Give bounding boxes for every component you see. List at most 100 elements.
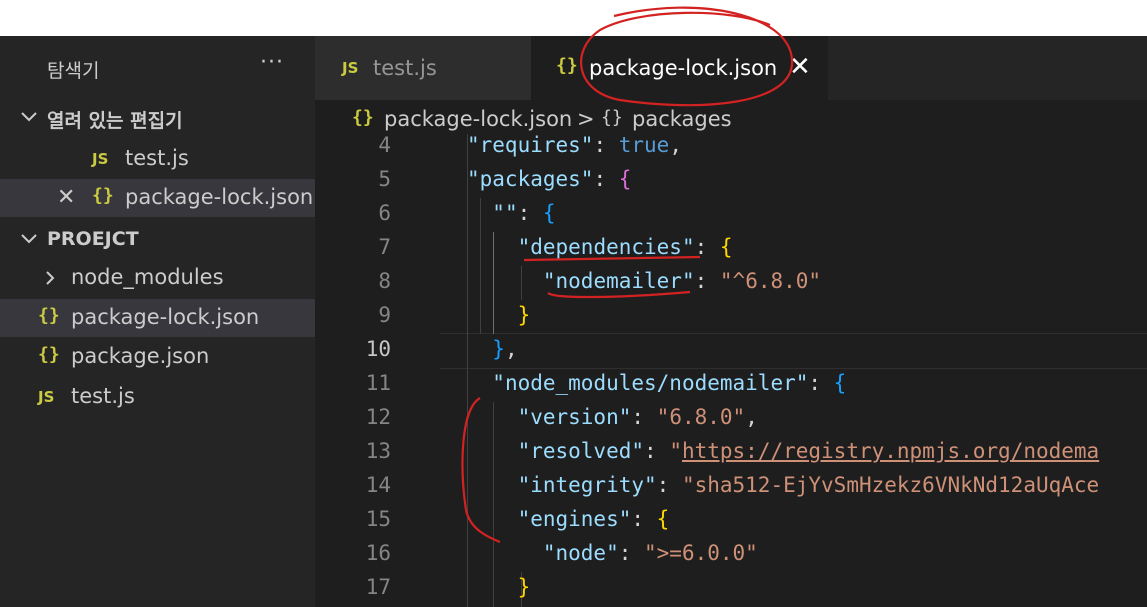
- project-folder-label: PROEJCT: [47, 228, 139, 250]
- code-editor[interactable]: 4 "requires": true, 5 "packages": { 6 ""…: [315, 134, 1147, 607]
- json-brace: {: [542, 201, 556, 225]
- line-number: 14: [365, 473, 391, 497]
- json-file-icon: {}: [38, 305, 60, 326]
- json-comma: ,: [504, 337, 518, 361]
- tree-item-test-js[interactable]: JS test.js: [0, 378, 315, 416]
- json-file-icon: {}: [92, 185, 114, 206]
- explorer-sidebar: 탐색기 ··· 열려 있는 편집기 JS test.js ✕ {} packag…: [0, 36, 315, 607]
- json-key-quote: ": [681, 269, 695, 293]
- json-key-dependencies: dependencies: [530, 235, 682, 259]
- code-line: "requires": true,: [467, 134, 682, 157]
- tree-item-label: package.json: [71, 344, 210, 368]
- code-line: "resolved": "https://registry.npmjs.org/…: [467, 439, 1100, 463]
- code-line: "nodemailer": "^6.8.0": [467, 269, 821, 293]
- vscode-window: 탐색기 ··· 열려 있는 편집기 JS test.js ✕ {} packag…: [0, 36, 1147, 607]
- tree-item-package-json[interactable]: {} package.json: [0, 338, 315, 376]
- json-brace: {: [719, 235, 733, 259]
- open-editor-label: test.js: [125, 146, 189, 170]
- json-key-quote: ": [517, 235, 531, 259]
- json-key: "engines": [517, 507, 632, 531]
- json-string: "^6.8.0": [719, 269, 822, 293]
- code-line: "version": "6.8.0",: [467, 405, 758, 429]
- json-key-quote: ": [542, 269, 556, 293]
- code-line: "dependencies": {: [467, 235, 733, 259]
- code-line: },: [467, 337, 518, 361]
- json-colon: :: [808, 371, 834, 395]
- json-comma: ,: [669, 134, 682, 157]
- json-key-quote: ": [681, 235, 695, 259]
- json-key: "resolved": [517, 439, 645, 463]
- json-string: ">=6.0.0": [644, 541, 758, 565]
- json-string: "6.8.0": [656, 405, 746, 429]
- json-string: "sha512-EjYvSmHzekz6VNkNd12aUqAce: [681, 473, 1100, 497]
- tree-item-label: test.js: [71, 384, 135, 408]
- line-number: 5: [378, 167, 391, 191]
- line-number: 17: [365, 575, 391, 599]
- json-colon: :: [694, 235, 720, 259]
- line-number: 6: [378, 201, 391, 225]
- json-colon: :: [631, 507, 657, 531]
- json-string-quote: ": [669, 439, 682, 463]
- breadcrumb-item-file[interactable]: package-lock.json: [384, 107, 572, 131]
- json-url-link: https://registry.npmjs.org/nodema: [681, 439, 1100, 463]
- json-key: "version": [517, 405, 632, 429]
- open-editor-item-test-js[interactable]: JS test.js: [0, 140, 315, 178]
- line-number-active: 10: [365, 337, 391, 361]
- tab-test-js[interactable]: JS test.js: [315, 36, 531, 100]
- explorer-title: 탐색기: [47, 60, 100, 82]
- open-editors-label: 열려 있는 편집기: [47, 110, 183, 132]
- code-line: "integrity": "sha512-EjYvSmHzekz6VNkNd12…: [467, 473, 1100, 497]
- project-folder-header[interactable]: PROEJCT: [0, 222, 315, 258]
- js-file-icon: JS: [342, 59, 359, 77]
- json-key: "packages": [467, 167, 594, 191]
- editor-tab-bar: JS test.js {} package-lock.json ✕: [315, 36, 1147, 100]
- current-line-highlight: [440, 333, 1147, 369]
- json-colon: :: [644, 439, 670, 463]
- json-file-icon: {}: [352, 107, 374, 128]
- object-symbol-icon: {}: [601, 107, 623, 128]
- tree-item-package-lock[interactable]: {} package-lock.json: [0, 299, 315, 337]
- json-key-nodemailer: nodemailer: [555, 269, 682, 293]
- line-number: 11: [365, 371, 391, 395]
- json-key: "node_modules/nodemailer": [492, 371, 809, 395]
- code-line: "node_modules/nodemailer": {: [467, 371, 846, 395]
- json-boolean: true: [618, 134, 670, 157]
- code-line: "engines": {: [467, 507, 670, 531]
- json-brace: {: [618, 167, 632, 191]
- chevron-down-icon: [21, 234, 37, 244]
- json-key: "requires": [467, 134, 594, 157]
- json-key: "integrity": [517, 473, 657, 497]
- json-key: "": [492, 201, 518, 225]
- line-number: 16: [365, 541, 391, 565]
- line-number: 8: [378, 269, 391, 293]
- breadcrumb-separator: >: [577, 107, 595, 131]
- json-colon: :: [694, 269, 720, 293]
- chevron-down-icon: [21, 112, 37, 122]
- json-key: "node": [542, 541, 619, 565]
- code-line: }: [467, 303, 531, 327]
- chevron-right-icon: [46, 271, 55, 285]
- tab-label: package-lock.json: [589, 56, 778, 80]
- json-colon: :: [656, 473, 682, 497]
- close-icon[interactable]: ✕: [789, 52, 811, 82]
- js-file-icon: JS: [92, 150, 109, 168]
- breadcrumb-item-packages[interactable]: packages: [632, 107, 732, 131]
- line-number: 9: [378, 303, 391, 327]
- close-icon[interactable]: ✕: [57, 185, 75, 210]
- code-line: "packages": {: [467, 167, 631, 191]
- ellipsis-icon[interactable]: ···: [260, 50, 284, 75]
- js-file-icon: JS: [38, 388, 55, 406]
- json-brace: }: [492, 337, 505, 361]
- json-brace: }: [517, 303, 531, 327]
- tab-package-lock-json[interactable]: {} package-lock.json ✕: [531, 36, 828, 100]
- code-line: "": {: [467, 201, 556, 225]
- open-editors-header[interactable]: 열려 있는 편집기: [0, 100, 315, 136]
- json-brace: {: [833, 371, 847, 395]
- json-comma: ,: [745, 405, 758, 429]
- open-editor-item-package-lock[interactable]: ✕ {} package-lock.json: [0, 179, 315, 217]
- code-line: }: [467, 575, 531, 599]
- line-number: 15: [365, 507, 391, 531]
- tree-item-node-modules[interactable]: node_modules: [0, 259, 315, 297]
- json-file-icon: {}: [38, 344, 60, 365]
- tree-item-label: node_modules: [71, 265, 224, 289]
